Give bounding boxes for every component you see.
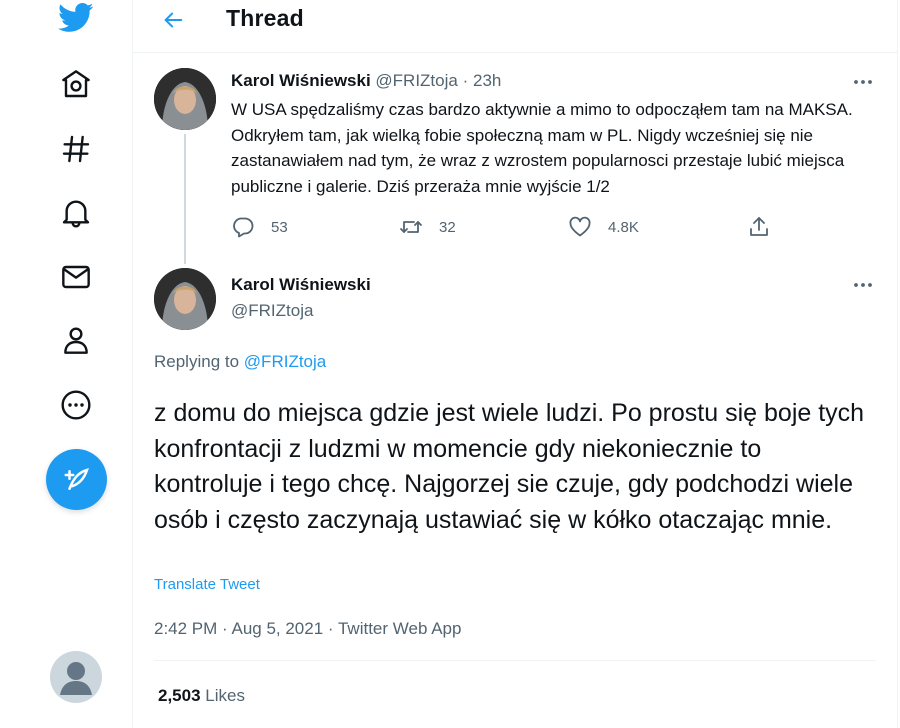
retweet-button[interactable]: 32: [399, 214, 456, 240]
replying-label: Replying to: [154, 352, 240, 371]
share-icon: [750, 217, 768, 236]
likes-count: 2,503: [158, 686, 201, 705]
reply-icon: [233, 217, 254, 238]
retweet-icon: [400, 221, 422, 233]
divider: [154, 660, 876, 661]
sidebar-nav: [0, 0, 133, 728]
profile-icon[interactable]: [50, 314, 102, 366]
thread-header: Thread: [133, 0, 898, 53]
tweet2-text: z domu do miejsca gdzie jest wiele ludzi…: [154, 399, 865, 534]
tweet1-handle[interactable]: @FRIZtoja: [375, 71, 457, 90]
tweet1-actions: 53 32 4.8K: [231, 214, 791, 240]
reply-count: 53: [271, 218, 288, 236]
replying-to: Replying to @FRIZtoja: [154, 352, 326, 372]
more-horizontal-icon: [854, 283, 872, 287]
compose-tweet-icon: [64, 467, 89, 490]
compose-tweet-button[interactable]: [46, 449, 107, 510]
more-horizontal-icon: [854, 80, 872, 84]
home-icon[interactable]: [50, 58, 102, 110]
thread-connector: [184, 134, 186, 264]
explore-icon[interactable]: [50, 123, 102, 175]
more-icon[interactable]: [50, 379, 102, 431]
replying-to-link[interactable]: @FRIZtoja: [244, 352, 326, 371]
back-button[interactable]: [159, 6, 187, 34]
account-avatar[interactable]: [50, 651, 102, 703]
tweet1-header: Karol Wiśniewski @FRIZtoja · 23h: [231, 71, 501, 91]
page-title: Thread: [226, 5, 304, 31]
heart-icon: [569, 216, 591, 237]
tweet2-author-name[interactable]: Karol Wiśniewski: [231, 275, 371, 295]
likes-label: Likes: [205, 686, 245, 705]
share-button[interactable]: [747, 214, 771, 240]
tweet1-separator: ·: [462, 71, 469, 90]
messages-icon[interactable]: [50, 251, 102, 303]
twitter-logo-icon[interactable]: [50, 0, 102, 44]
like-count: 4.8K: [608, 218, 639, 236]
thread-column: Thread Karol Wiśniewski @FRIZtoja · 23h …: [133, 0, 898, 728]
back-arrow-icon: [164, 12, 183, 28]
tweet1-time[interactable]: 23h: [473, 71, 501, 90]
tweet1-avatar[interactable]: [154, 68, 216, 130]
tweet2-avatar[interactable]: [154, 268, 216, 330]
tweet1-more-button[interactable]: [851, 72, 875, 92]
retweet-count: 32: [439, 218, 456, 236]
tweet2-more-button[interactable]: [851, 275, 875, 295]
like-button[interactable]: 4.8K: [568, 214, 639, 240]
tweet1-author-name[interactable]: Karol Wiśniewski: [231, 71, 371, 90]
tweet2-timestamp[interactable]: 2:42 PM · Aug 5, 2021 · Twitter Web App: [154, 619, 461, 639]
likes-stat[interactable]: 2,503 Likes: [158, 686, 245, 706]
tweet1-text: W USA spędzaliśmy czas bardzo aktywnie a…: [231, 100, 853, 196]
tweet2-handle[interactable]: @FRIZtoja: [231, 301, 313, 321]
translate-tweet-link[interactable]: Translate Tweet: [154, 576, 260, 593]
reply-button[interactable]: 53: [231, 214, 288, 240]
notifications-icon[interactable]: [50, 187, 102, 239]
